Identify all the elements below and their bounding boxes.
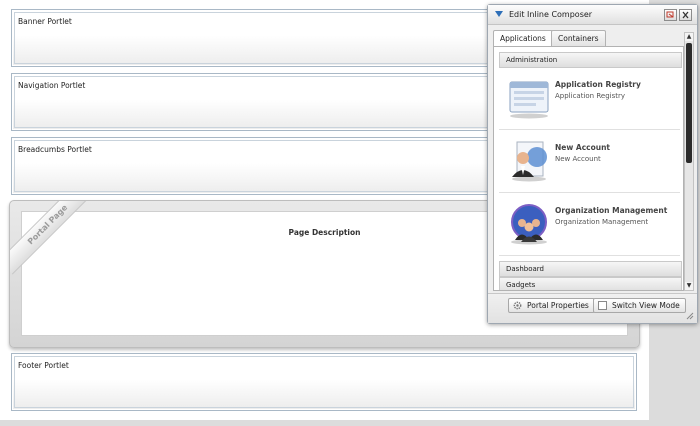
app-name: Application Registry	[555, 80, 641, 89]
app-description: New Account	[555, 155, 601, 163]
app-name: Organization Management	[555, 206, 668, 215]
composer-header[interactable]: Edit Inline Composer	[488, 5, 697, 25]
composer-footer: Portal Properties Switch View Mode	[488, 293, 697, 323]
portlet-title: Banner Portlet	[18, 17, 72, 26]
restore-icon[interactable]	[664, 9, 677, 21]
scroll-up-icon[interactable]: ▲	[685, 33, 693, 41]
inline-composer-window[interactable]: Edit Inline Composer Applications Contai…	[487, 4, 698, 324]
portlet-frame	[14, 356, 634, 408]
view-mode-icon	[598, 301, 607, 310]
gear-icon	[513, 301, 522, 310]
app-item-new-account[interactable]: New Account New Account	[499, 131, 680, 193]
portlet-title: Navigation Portlet	[18, 81, 86, 90]
footer-portlet[interactable]: Footer Portlet	[11, 353, 637, 411]
app-description: Organization Management	[555, 218, 649, 226]
portlet-title: Footer Portlet	[18, 361, 69, 370]
organization-management-icon	[511, 204, 547, 245]
applications-panel: Administration Application Registry Appl…	[493, 46, 684, 291]
resize-grip-icon[interactable]	[686, 312, 694, 320]
app-item-application-registry[interactable]: Application Registry Application Registr…	[499, 68, 680, 130]
app-name: New Account	[555, 143, 611, 152]
category-gadgets[interactable]: Gadgets	[499, 277, 682, 290]
portlet-title: Breadcumbs Portlet	[18, 145, 92, 154]
collapse-arrow-icon[interactable]	[495, 11, 503, 17]
scrollbar-thumb[interactable]	[686, 43, 692, 163]
switch-view-mode-label: Switch View Mode	[612, 301, 680, 310]
composer-title: Edit Inline Composer	[509, 10, 593, 19]
app-description: Application Registry	[555, 92, 625, 100]
portal-properties-label: Portal Properties	[527, 301, 589, 310]
category-dashboard[interactable]: Dashboard	[499, 261, 682, 277]
app-item-organization-management[interactable]: Organization Management Organization Man…	[499, 194, 680, 256]
panel-scrollbar[interactable]: ▲ ▼	[684, 32, 694, 291]
switch-view-mode-button[interactable]: Switch View Mode	[593, 298, 686, 313]
category-administration[interactable]: Administration	[499, 52, 682, 68]
portal-properties-button[interactable]: Portal Properties	[508, 298, 595, 313]
tab-applications[interactable]: Applications	[493, 30, 553, 47]
application-registry-icon	[509, 81, 549, 119]
new-account-icon	[512, 141, 547, 182]
composer-tabs: Applications Containers	[493, 30, 685, 47]
tab-containers[interactable]: Containers	[551, 30, 606, 46]
close-icon[interactable]	[679, 9, 692, 21]
scroll-down-icon[interactable]: ▼	[685, 282, 693, 290]
